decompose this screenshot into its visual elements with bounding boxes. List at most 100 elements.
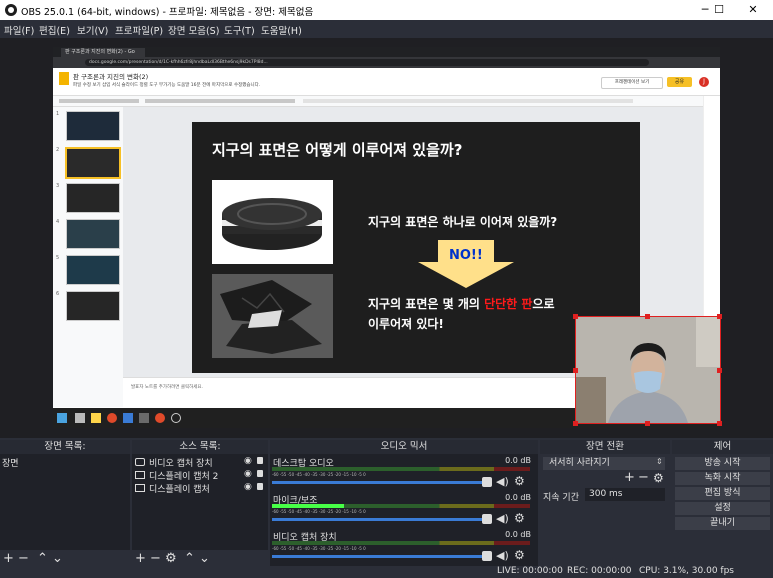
menu-edit[interactable]: 편집(E) <box>39 23 70 37</box>
move-down-icon[interactable]: ⌄ <box>199 551 210 566</box>
volume-slider[interactable] <box>272 555 487 558</box>
exit-button[interactable]: 끝내기 <box>675 517 770 530</box>
source-properties-gear-icon[interactable]: ⚙ <box>165 551 177 566</box>
duration-input[interactable]: 300 ms <box>585 488 665 501</box>
resize-handle[interactable] <box>717 421 722 426</box>
toolbar-format-buttons[interactable] <box>145 99 295 103</box>
source-label: 디스플레이 캡처 <box>149 485 210 495</box>
remove-scene-button[interactable]: − <box>18 551 29 566</box>
folder-icon[interactable] <box>91 413 101 423</box>
source-item[interactable]: 디스플레이 캡처 ◉ <box>132 482 267 495</box>
thumbnail-number: 3 <box>56 183 60 189</box>
studio-mode-button[interactable]: 편집 방식 <box>675 487 770 500</box>
resize-handle[interactable] <box>573 314 578 319</box>
menu-tools[interactable]: 도구(T) <box>224 23 255 37</box>
transitions-body: 서서히 사라지기 ⇕ + − ⚙ 지속 기간 300 ms <box>540 454 670 568</box>
resize-handle[interactable] <box>645 421 650 426</box>
transition-select[interactable]: 서서히 사라지기 <box>543 457 665 470</box>
volume-slider[interactable] <box>272 481 487 484</box>
start-recording-button[interactable]: 녹화 시작 <box>675 472 770 485</box>
remove-transition-button[interactable]: − <box>638 470 649 485</box>
oreo-cookie-image <box>212 180 333 264</box>
add-scene-button[interactable]: + <box>3 551 14 566</box>
obs-taskbar-icon[interactable] <box>171 413 181 423</box>
volume-slider-handle[interactable] <box>482 514 492 524</box>
slide-question: 지구의 표면은 하나로 이어져 있을까? <box>368 215 558 229</box>
controls-dock: 제어 방송 시작 녹화 시작 편집 방식 설정 끝내기 <box>672 440 773 568</box>
eye-icon[interactable]: ◉ <box>244 482 252 492</box>
scenes-list[interactable]: 장면 <box>0 454 130 550</box>
menu-bar: 파일(F) 편집(E) 보기(V) 프로파일(P) 장면 모음(S) 도구(T)… <box>0 20 773 38</box>
move-down-icon[interactable]: ⌄ <box>52 551 63 566</box>
menu-help[interactable]: 도움말(H) <box>261 23 302 37</box>
slide[interactable]: 지구의 표면은 어떻게 이루어져 있을까? 지구의 표면은 하나로 이어져 있을… <box>192 122 640 373</box>
browser-tab[interactable]: 판 구조론과 지진의 변화(2) - Go <box>61 48 145 57</box>
docs-title[interactable]: 판 구조론과 지진의 변화(2) <box>73 71 148 81</box>
resize-handle[interactable] <box>573 368 578 373</box>
resize-handle[interactable] <box>573 421 578 426</box>
channel-db: 0.0 dB <box>505 456 531 465</box>
gear-icon[interactable]: ⚙ <box>514 511 525 525</box>
slide-thumbnail[interactable] <box>66 255 120 285</box>
docs-menu[interactable]: 파일 수정 보기 삽입 서식 슬라이드 정렬 도구 부가기능 도움말 16분 전… <box>73 82 260 88</box>
slide-thumbnail[interactable] <box>66 291 120 321</box>
eye-icon[interactable]: ◉ <box>244 469 252 479</box>
resize-handle[interactable] <box>717 368 722 373</box>
add-source-button[interactable]: + <box>135 551 146 566</box>
slide-thumbnail[interactable] <box>66 183 120 213</box>
sources-list[interactable]: 비디오 캡처 장치 ◉ 디스플레이 캡처 2 ◉ 디스플레이 캡처 ◉ <box>132 454 268 550</box>
slide-answer-line2: 이루어져 있다! <box>368 317 444 331</box>
move-up-icon[interactable]: ⌃ <box>37 551 48 566</box>
speaker-icon[interactable]: ◀) <box>496 549 509 562</box>
slide-thumbnail-selected[interactable] <box>65 147 121 179</box>
gear-icon[interactable]: ⚙ <box>514 474 525 488</box>
start-streaming-button[interactable]: 방송 시작 <box>675 457 770 470</box>
maximize-button[interactable]: ☐ <box>706 2 732 18</box>
gear-icon[interactable]: ⚙ <box>653 471 664 485</box>
start-icon[interactable] <box>57 413 67 423</box>
app-icon[interactable] <box>155 413 165 423</box>
volume-slider-handle[interactable] <box>482 551 492 561</box>
source-item[interactable]: 비디오 캡처 장치 ◉ <box>132 456 267 469</box>
remove-source-button[interactable]: − <box>150 551 161 566</box>
scenes-dock-title: 장면 목록: <box>0 440 130 454</box>
menu-view[interactable]: 보기(V) <box>77 23 108 37</box>
lock-icon[interactable] <box>257 457 263 464</box>
scene-item[interactable]: 장면 <box>2 456 19 469</box>
slide-thumbnail[interactable] <box>66 219 120 249</box>
lock-icon[interactable] <box>257 483 263 490</box>
toolbar-buttons[interactable] <box>59 99 139 103</box>
speaker-icon[interactable]: ◀) <box>496 512 509 525</box>
volume-slider[interactable] <box>272 518 487 521</box>
add-transition-button[interactable]: + <box>624 470 635 485</box>
search-icon[interactable] <box>75 413 85 423</box>
menu-profile[interactable]: 프로파일(P) <box>115 23 163 37</box>
eye-icon[interactable]: ◉ <box>244 456 252 466</box>
move-up-icon[interactable]: ⌃ <box>184 551 195 566</box>
settings-button[interactable]: 설정 <box>675 502 770 515</box>
menu-file[interactable]: 파일(F) <box>4 23 34 37</box>
chevron-updown-icon[interactable]: ⇕ <box>656 457 663 466</box>
app-icon[interactable] <box>139 413 149 423</box>
menu-scene-collection[interactable]: 장면 모음(S) <box>168 23 219 37</box>
present-button[interactable]: 프레젠테이션 보기 <box>601 77 663 89</box>
slide-title: 지구의 표면은 어떻게 이루어져 있을까? <box>212 141 463 159</box>
lock-icon[interactable] <box>257 470 263 477</box>
resize-handle[interactable] <box>645 314 650 319</box>
source-item[interactable]: 디스플레이 캡처 2 ◉ <box>132 469 267 482</box>
url-field[interactable]: docs.google.com/presentation/d/1C-kfhh6z… <box>85 59 649 66</box>
share-button[interactable]: 공유 <box>667 77 692 87</box>
gear-icon[interactable]: ⚙ <box>514 548 525 562</box>
close-button[interactable]: ✕ <box>740 2 766 18</box>
audio-mixer-title: 오디오 믹서 <box>270 440 538 454</box>
slide-thumbnail[interactable] <box>66 111 120 141</box>
chrome-icon[interactable] <box>107 413 117 423</box>
thumbnail-number: 1 <box>56 111 60 117</box>
mixer-channel: 데스크탑 오디오 0.0 dB -60 -55 -50 -45 -40 -35 … <box>272 456 535 493</box>
webcam-capture[interactable] <box>575 316 721 424</box>
edge-icon[interactable] <box>123 413 133 423</box>
volume-slider-handle[interactable] <box>482 477 492 487</box>
avatar[interactable]: J <box>699 77 709 87</box>
resize-handle[interactable] <box>717 314 722 319</box>
speaker-icon[interactable]: ◀) <box>496 475 509 488</box>
